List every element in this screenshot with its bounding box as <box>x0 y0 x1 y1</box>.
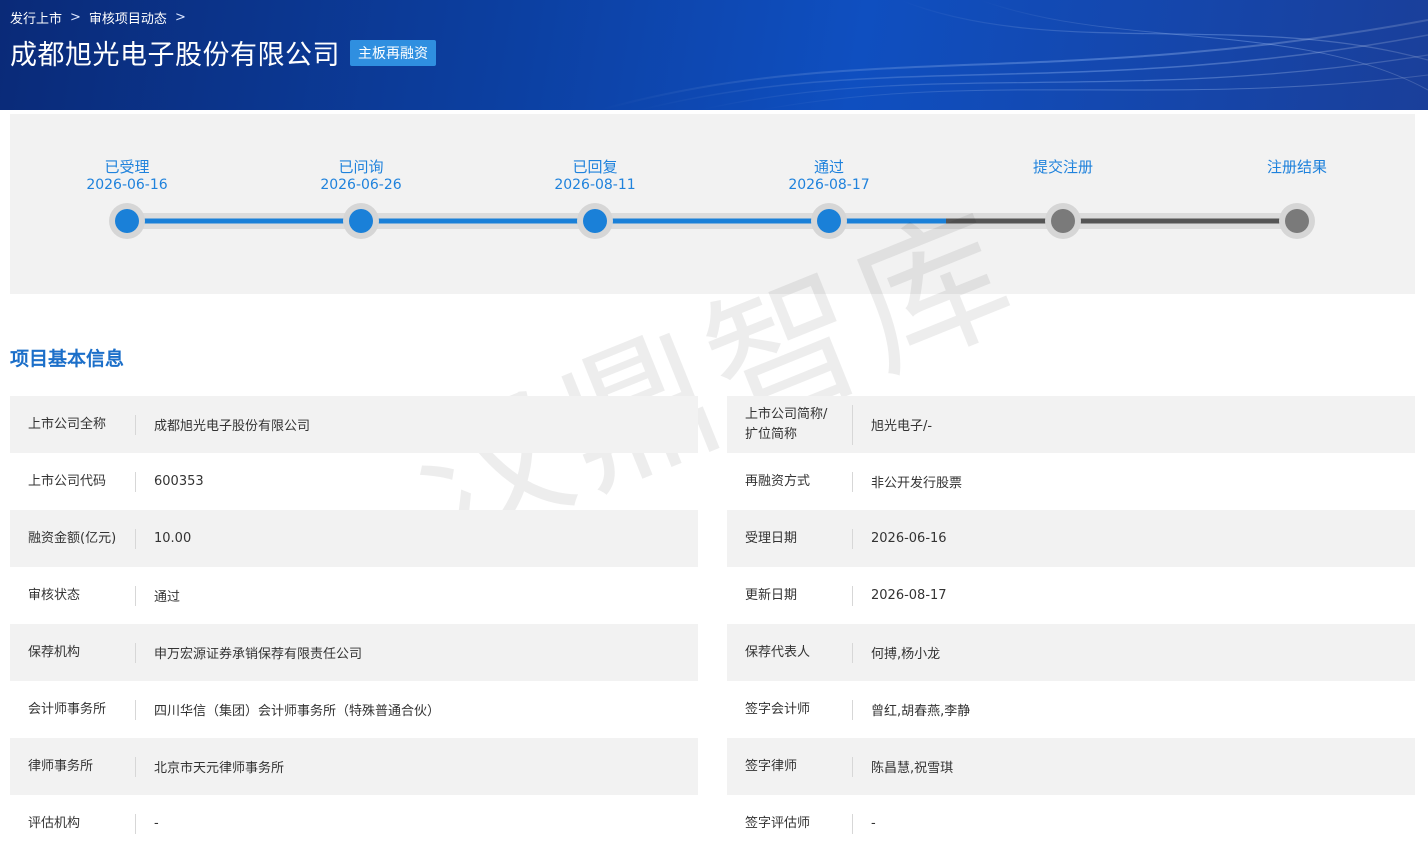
info-row: 签字评估师 - <box>727 795 1415 852</box>
info-value: - <box>154 816 159 831</box>
info-row: 更新日期 2026-08-17 <box>727 567 1415 624</box>
info-label-line: 上市公司简称/ <box>745 406 828 422</box>
info-value: 10.00 <box>154 531 192 546</box>
info-label: 上市公司全称 <box>10 414 136 435</box>
info-table-left: 上市公司全称 成都旭光电子股份有限公司上市公司代码 600353 融资金额(亿元) 10… <box>10 396 698 852</box>
info-label: 融资金额(亿元) <box>10 528 136 549</box>
info-label: 再融资方式 <box>727 471 853 492</box>
breadcrumb-separator: > <box>70 10 81 25</box>
info-value: 2026-08-17 <box>871 588 947 603</box>
info-value: 陈昌慧,祝雪琪 <box>871 761 954 776</box>
breadcrumb: 发行上市 > 审核项目动态 > <box>10 8 186 27</box>
info-row: 律师事务所 北京市天元律师事务所 <box>10 738 698 795</box>
info-row: 融资金额(亿元) 10.00 <box>10 510 698 567</box>
section-title-basic-info: 项目基本信息 <box>10 348 125 370</box>
info-label: 会计师事务所 <box>10 699 136 720</box>
info-label-line: 扩位简称 <box>745 426 798 442</box>
info-label: 保荐机构 <box>10 642 136 663</box>
progress-step: 注册结果 <box>1217 158 1377 176</box>
info-row: 上市公司简称/扩位简称 旭光电子/- <box>727 396 1415 453</box>
info-row: 保荐代表人 何搏,杨小龙 <box>727 624 1415 681</box>
progress-step-label: 注册结果 <box>1266 158 1327 176</box>
info-label: 签字会计师 <box>727 699 853 720</box>
progress-step: 已受理 2026-06-16 <box>47 158 207 194</box>
info-value: 申万宏源证券承销保荐有限责任公司 <box>154 647 363 662</box>
progress-step-label: 已回复 <box>572 158 618 176</box>
progress-track <box>109 203 1315 239</box>
info-value: 2026-06-16 <box>871 531 947 546</box>
progress-step-date: 2026-08-17 <box>788 177 870 193</box>
progress-step-label: 通过 <box>813 158 844 176</box>
info-label: 审核状态 <box>10 585 136 606</box>
progress-node-completed <box>583 209 607 233</box>
board-type-badge: 主板再融资 <box>350 39 436 66</box>
info-value: 何搏,杨小龙 <box>871 647 941 662</box>
progress-line-pending <box>946 218 1297 224</box>
review-progress-panel: 已受理 2026-06-16 已问询 2026-06-26 已回复 2026-08-11 通… <box>10 114 1415 294</box>
info-value: 成都旭光电子股份有限公司 <box>154 419 311 434</box>
breadcrumb-item-review-dynamics[interactable]: 审核项目动态 <box>89 8 167 27</box>
breadcrumb-item-listing[interactable]: 发行上市 <box>10 8 62 27</box>
info-value: - <box>871 816 876 831</box>
info-value: 北京市天元律师事务所 <box>154 761 285 776</box>
breadcrumb-separator: > <box>174 10 186 25</box>
progress-step: 提交注册 <box>983 158 1143 176</box>
info-value: 600353 <box>154 474 204 489</box>
progress-node-completed <box>349 209 373 233</box>
info-row: 保荐机构 申万宏源证券承销保荐有限责任公司 <box>10 624 698 681</box>
info-row: 上市公司代码 600353 <box>10 453 698 510</box>
progress-step-label: 已受理 <box>104 158 150 176</box>
info-value: 四川华信（集团）会计师事务所（特殊普通合伙） <box>154 704 441 719</box>
progress-node-completed <box>817 209 841 233</box>
info-row: 再融资方式 非公开发行股票 <box>727 453 1415 510</box>
info-label: 评估机构 <box>10 813 136 834</box>
progress-step-label: 已问询 <box>338 158 384 176</box>
info-label: 上市公司代码 <box>10 471 136 492</box>
progress-step-date: 2026-08-11 <box>554 177 636 193</box>
progress-step: 已回复 2026-08-11 <box>515 158 675 194</box>
info-value: 曾红,胡春燕,李静 <box>871 704 971 719</box>
info-row: 签字会计师 曾红,胡春燕,李静 <box>727 681 1415 738</box>
progress-node-pending <box>1051 209 1075 233</box>
progress-node-completed <box>115 209 139 233</box>
progress-step: 已问询 2026-06-26 <box>281 158 441 194</box>
info-row: 评估机构 - <box>10 795 698 852</box>
page-title: 成都旭光电子股份有限公司 <box>10 40 340 71</box>
progress-step-date: 2026-06-16 <box>86 177 168 193</box>
info-label: 律师事务所 <box>10 756 136 777</box>
header-banner: 发行上市 > 审核项目动态 > 成都旭光电子股份有限公司 主板再融资 <box>0 0 1428 110</box>
info-value: 通过 <box>154 590 181 605</box>
info-label: 受理日期 <box>727 528 853 549</box>
info-row: 会计师事务所 四川华信（集团）会计师事务所（特殊普通合伙） <box>10 681 698 738</box>
progress-node-pending <box>1285 209 1309 233</box>
info-label: 更新日期 <box>727 585 853 606</box>
info-label: 签字评估师 <box>727 813 853 834</box>
info-row: 受理日期 2026-06-16 <box>727 510 1415 567</box>
info-label: 保荐代表人 <box>727 642 853 663</box>
progress-step-date: 2026-06-26 <box>320 177 402 193</box>
info-row: 审核状态 通过 <box>10 567 698 624</box>
info-label: 签字律师 <box>727 756 853 777</box>
info-value: 非公开发行股票 <box>871 476 963 491</box>
info-row: 签字律师 陈昌慧,祝雪琪 <box>727 738 1415 795</box>
progress-step-label: 提交注册 <box>1032 158 1093 176</box>
info-table-right: 上市公司简称/扩位简称 旭光电子/- 再融资方式 非公开发行股票受理日期 2026-06… <box>727 396 1415 852</box>
info-label: 上市公司简称/扩位简称 <box>727 404 853 445</box>
info-value: 旭光电子/- <box>871 419 933 434</box>
progress-step: 通过 2026-08-17 <box>749 158 909 194</box>
info-row: 上市公司全称 成都旭光电子股份有限公司 <box>10 396 698 453</box>
